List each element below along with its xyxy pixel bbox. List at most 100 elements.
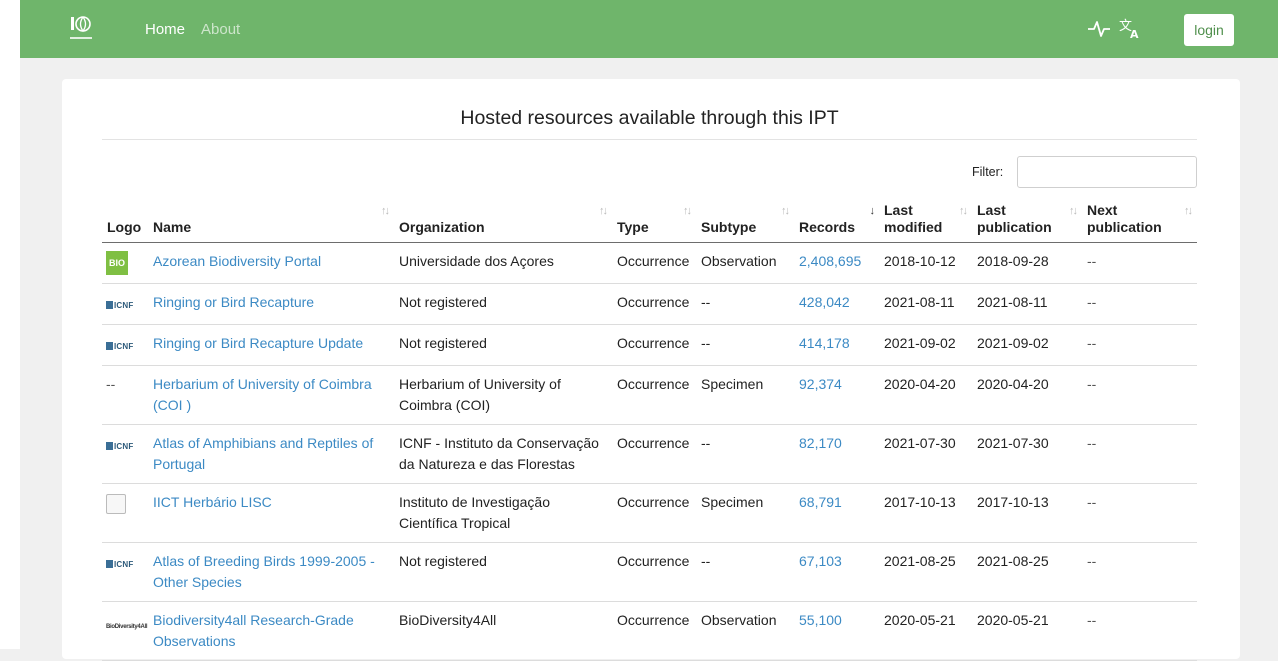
records-link[interactable]: 68,791 xyxy=(799,494,842,510)
gbif-portugal-logo[interactable] xyxy=(70,13,92,45)
cell-organization: Herbarium of University of Coimbra (COI) xyxy=(394,365,612,425)
login-button[interactable]: login xyxy=(1184,14,1234,46)
resource-link[interactable]: Ringing or Bird Recapture xyxy=(153,294,314,310)
cell-last-publication: 2021-08-11 xyxy=(972,283,1082,325)
filter-input[interactable] xyxy=(1017,156,1197,188)
cell-next-publication: -- xyxy=(1082,483,1197,543)
table-row: ICNF Atlas of Amphibians and Reptiles of … xyxy=(102,424,1197,484)
cell-organization: Not registered xyxy=(394,324,612,366)
cell-type: Occurrence xyxy=(612,601,696,661)
cell-subtype: Observation xyxy=(696,601,794,661)
cell-name: Azorean Biodiversity Portal xyxy=(148,242,394,284)
cell-organization: BioDiversity4All xyxy=(394,601,612,661)
cell-name: Atlas of Amphibians and Reptiles of Port… xyxy=(148,424,394,484)
filter-label: Filter: xyxy=(972,165,1004,179)
nav-home-link[interactable]: Home xyxy=(145,21,185,38)
cell-type: Occurrence xyxy=(612,424,696,484)
cell-type: Occurrence xyxy=(612,483,696,543)
cell-last-publication: 2018-09-28 xyxy=(972,242,1082,284)
cell-last-publication: 2021-09-02 xyxy=(972,324,1082,366)
resource-logo-text: ICNF xyxy=(114,342,134,351)
cell-next-publication: -- xyxy=(1082,542,1197,602)
cell-type: Occurrence xyxy=(612,324,696,366)
cell-logo: -- xyxy=(102,365,148,425)
cell-subtype: -- xyxy=(696,424,794,484)
table-row: BioDiversity4All Biodiversity4all Researc… xyxy=(102,601,1197,661)
cell-logo: BioDiversity4All xyxy=(102,601,148,661)
resource-logo: ICNF xyxy=(106,336,133,357)
header-organization[interactable]: ↑↓ Organization xyxy=(394,197,612,243)
header-last-publication-label-1: Last xyxy=(977,202,1006,218)
resources-panel: Hosted resources available through this … xyxy=(62,79,1240,661)
records-link[interactable]: 428,042 xyxy=(799,294,850,310)
resource-logo: BIO xyxy=(106,251,128,275)
resource-link[interactable]: Atlas of Breeding Birds 1999-2005 - Othe… xyxy=(153,553,375,590)
resource-link[interactable]: Ringing or Bird Recapture Update xyxy=(153,335,363,351)
header-logo: Logo xyxy=(102,197,148,243)
header-last-publication[interactable]: ↑↓ Last publication xyxy=(972,197,1082,243)
header-type-label: Type xyxy=(617,219,649,235)
resource-link[interactable]: IICT Herbário LISC xyxy=(153,494,272,510)
resource-link[interactable]: Biodiversity4all Research-Grade Observat… xyxy=(153,612,354,649)
records-link[interactable]: 2,408,695 xyxy=(799,253,861,269)
table-row: -- Herbarium of University of Coimbra (CO… xyxy=(102,365,1197,425)
records-link[interactable]: 55,100 xyxy=(799,612,842,628)
header-name-label: Name xyxy=(153,219,192,235)
resource-logo-text: ICNF xyxy=(114,442,134,451)
resource-link[interactable]: Herbarium of University of Coimbra (COI … xyxy=(153,376,372,413)
cell-next-publication: -- xyxy=(1082,324,1197,366)
resource-logo: ICNF xyxy=(106,295,133,316)
cell-records: 2,408,695 xyxy=(794,242,879,284)
records-link[interactable]: 92,374 xyxy=(799,376,842,392)
cell-logo: ICNF xyxy=(102,424,148,484)
header-last-publication-label-2: publication xyxy=(977,219,1052,235)
translate-icon[interactable]: 文 A xyxy=(1118,16,1142,40)
cell-type: Occurrence xyxy=(612,242,696,284)
cell-records: 67,103 xyxy=(794,542,879,602)
records-link[interactable]: 414,178 xyxy=(799,335,850,351)
resource-link[interactable]: Atlas of Amphibians and Reptiles of Port… xyxy=(153,435,373,472)
records-link[interactable]: 67,103 xyxy=(799,553,842,569)
cell-last-modified: 2021-08-25 xyxy=(879,542,972,602)
sort-icon[interactable]: ↑↓ xyxy=(781,203,790,220)
sort-icon[interactable]: ↑↓ xyxy=(959,203,968,220)
header-name[interactable]: ↑↓ Name xyxy=(148,197,394,243)
header-next-publication[interactable]: ↑↓ Next publication xyxy=(1082,197,1197,243)
top-navbar: Home About 文 A login xyxy=(20,0,1278,58)
activity-icon[interactable] xyxy=(1087,18,1111,40)
header-last-modified[interactable]: ↑↓ Last modified xyxy=(879,197,972,243)
cell-subtype: Specimen xyxy=(696,365,794,425)
sort-icon[interactable]: ↑↓ xyxy=(599,203,608,220)
cell-organization: ICNF - Instituto da Conservação da Natur… xyxy=(394,424,612,484)
header-records[interactable]: ↓ Records xyxy=(794,197,879,243)
sort-icon[interactable]: ↑↓ xyxy=(683,203,692,220)
cell-last-modified: 2018-10-12 xyxy=(879,242,972,284)
sort-active-icon[interactable]: ↓ xyxy=(870,203,875,220)
header-type[interactable]: ↑↓ Type xyxy=(612,197,696,243)
cell-next-publication: -- xyxy=(1082,242,1197,284)
sort-icon[interactable]: ↑↓ xyxy=(1069,203,1078,220)
header-subtype-label: Subtype xyxy=(701,219,757,235)
records-link[interactable]: 82,170 xyxy=(799,435,842,451)
cell-records: 428,042 xyxy=(794,283,879,325)
resource-logo-text: ICNF xyxy=(114,301,134,310)
cell-next-publication: -- xyxy=(1082,601,1197,661)
resource-link[interactable]: Azorean Biodiversity Portal xyxy=(153,253,321,269)
cell-name: IICT Herbário LISC xyxy=(148,483,394,543)
window-left-margin xyxy=(0,0,20,649)
cell-next-publication: -- xyxy=(1082,283,1197,325)
table-header-row: Logo ↑↓ Name ↑↓ Organization ↑↓ Type ↑↓ Subt… xyxy=(102,197,1197,243)
cell-next-publication: -- xyxy=(1082,365,1197,425)
sort-icon[interactable]: ↑↓ xyxy=(381,203,390,220)
cell-last-modified: 2021-07-30 xyxy=(879,424,972,484)
resources-table: Logo ↑↓ Name ↑↓ Organization ↑↓ Type ↑↓ Subt… xyxy=(102,197,1197,661)
header-subtype[interactable]: ↑↓ Subtype xyxy=(696,197,794,243)
nav-about-link[interactable]: About xyxy=(201,21,240,38)
sort-icon[interactable]: ↑↓ xyxy=(1184,203,1193,220)
cell-logo: BIO xyxy=(102,242,148,284)
cell-logo: ICNF xyxy=(102,283,148,325)
header-last-modified-label-2: modified xyxy=(884,219,943,235)
resource-logo: ICNF xyxy=(106,554,133,575)
cell-type: Occurrence xyxy=(612,365,696,425)
header-organization-label: Organization xyxy=(399,219,485,235)
